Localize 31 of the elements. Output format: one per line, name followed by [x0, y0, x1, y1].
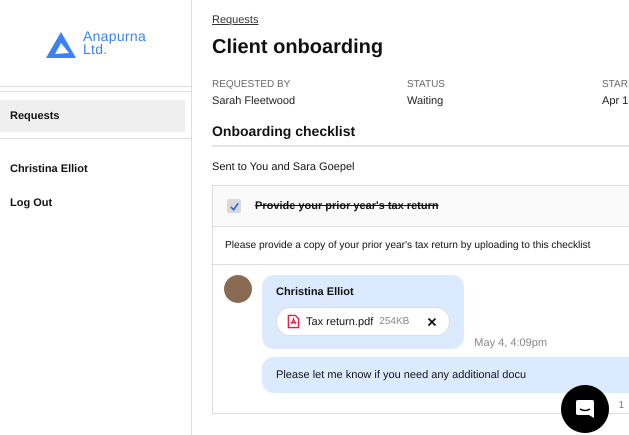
logo-name: Anapurna: [82, 30, 146, 43]
logo-triangle-icon: [44, 31, 77, 59]
file-name: Tax return.pdf: [306, 316, 374, 328]
checklist-item-label: Provide your prior year's tax return: [255, 200, 439, 212]
file-size: 254KB: [379, 316, 410, 327]
avatar: [224, 275, 252, 303]
meta-label: STATUS: [407, 79, 446, 90]
pdf-file-icon: [287, 314, 300, 329]
close-icon[interactable]: [427, 316, 438, 326]
page-title: Client onboarding: [212, 36, 384, 59]
section-heading: Onboarding checklist: [212, 123, 629, 147]
attachment-chip[interactable]: Tax return.pdf 254KB: [276, 307, 450, 336]
reaction-count[interactable]: 1: [618, 400, 629, 411]
checkbox[interactable]: [227, 199, 241, 213]
meta-value: Apr 1: [602, 95, 628, 107]
sidebar-item[interactable]: Log Out: [0, 187, 185, 219]
checklist-description: Please provide a copy of your prior year's tax return by uploading to this checklist: [213, 227, 629, 265]
meta-value: Waiting: [407, 95, 444, 107]
meta-value: Sarah Fleetwood: [212, 95, 296, 107]
breadcrumb-link[interactable]: Requests: [212, 14, 258, 26]
sent-to-text: Sent to You and Sara Goepel: [212, 161, 356, 173]
message-text: Please let me know if you need any additional docu: [276, 369, 528, 381]
meta-label: STAR: [602, 79, 628, 90]
chat-launcher-button[interactable]: [561, 385, 609, 433]
chat-icon: [574, 398, 596, 420]
sidebar-item[interactable]: Requests: [0, 100, 185, 132]
meta-label: REQUESTED BY: [212, 79, 292, 90]
message-time: May 4, 4:09pm: [474, 337, 548, 349]
sidebar-item[interactable]: Christina Elliot: [0, 153, 185, 185]
message-author: Christina Elliot: [276, 286, 355, 298]
logo-suffix: Ltd.: [82, 43, 108, 56]
